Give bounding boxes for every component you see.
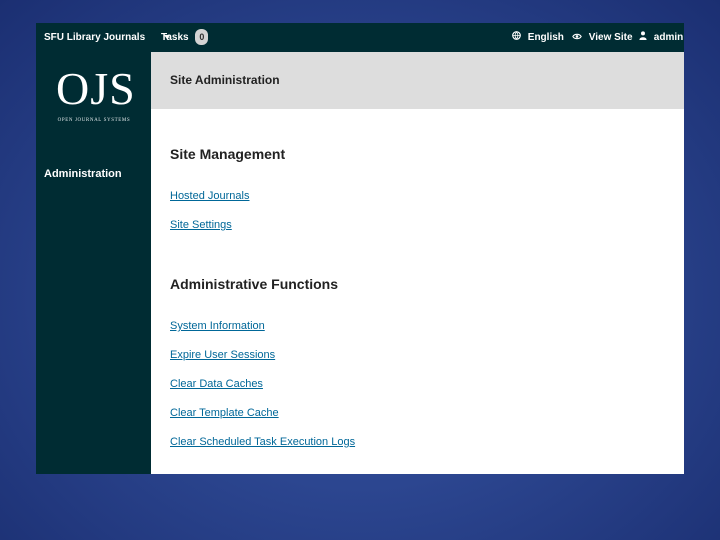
ojs-logo[interactable]: OJS OPEN JOURNAL SYSTEMS [56,63,136,124]
main-content: Site Administration Site Management Host… [151,52,684,474]
page-title: Site Administration [151,52,684,109]
site-management-heading: Site Management [170,146,286,162]
sidebar: OJS OPEN JOURNAL SYSTEMS Administration [36,52,151,474]
eye-icon [572,23,582,52]
view-site-link[interactable]: View Site [572,23,633,52]
clear-template-cache-link[interactable]: Clear Template Cache [170,407,279,419]
expire-user-sessions-link[interactable]: Expire User Sessions [170,349,275,361]
user-menu[interactable]: admin [639,23,683,52]
user-icon [639,23,647,52]
journal-switcher[interactable]: SFU Library Journals [44,23,170,52]
ojs-admin-window: SFU Library Journals Tasks 0 English Vie… [36,23,684,474]
system-information-link[interactable]: System Information [170,320,265,332]
top-navigation-bar: SFU Library Journals Tasks 0 English Vie… [36,23,684,52]
site-settings-link[interactable]: Site Settings [170,219,232,231]
administrative-functions-heading: Administrative Functions [170,276,339,292]
language-selector[interactable]: English [512,23,564,52]
clear-scheduled-task-logs-link[interactable]: Clear Scheduled Task Execution Logs [170,436,355,448]
globe-icon [512,23,521,52]
hosted-journals-link[interactable]: Hosted Journals [170,190,250,202]
logo-subtitle: OPEN JOURNAL SYSTEMS [57,118,131,123]
tasks-label: Tasks [161,32,189,43]
clear-data-caches-link[interactable]: Clear Data Caches [170,378,263,390]
sidebar-item-administration[interactable]: Administration [44,168,122,180]
user-name: admin [653,32,684,44]
tasks-button[interactable]: Tasks 0 [161,23,209,52]
tasks-count-badge: 0 [195,29,209,46]
journal-switcher-label: SFU Library Journals [44,32,146,43]
logo-text: OJS [56,63,136,114]
view-site-label: View Site [588,32,633,44]
language-label: English [527,32,564,44]
